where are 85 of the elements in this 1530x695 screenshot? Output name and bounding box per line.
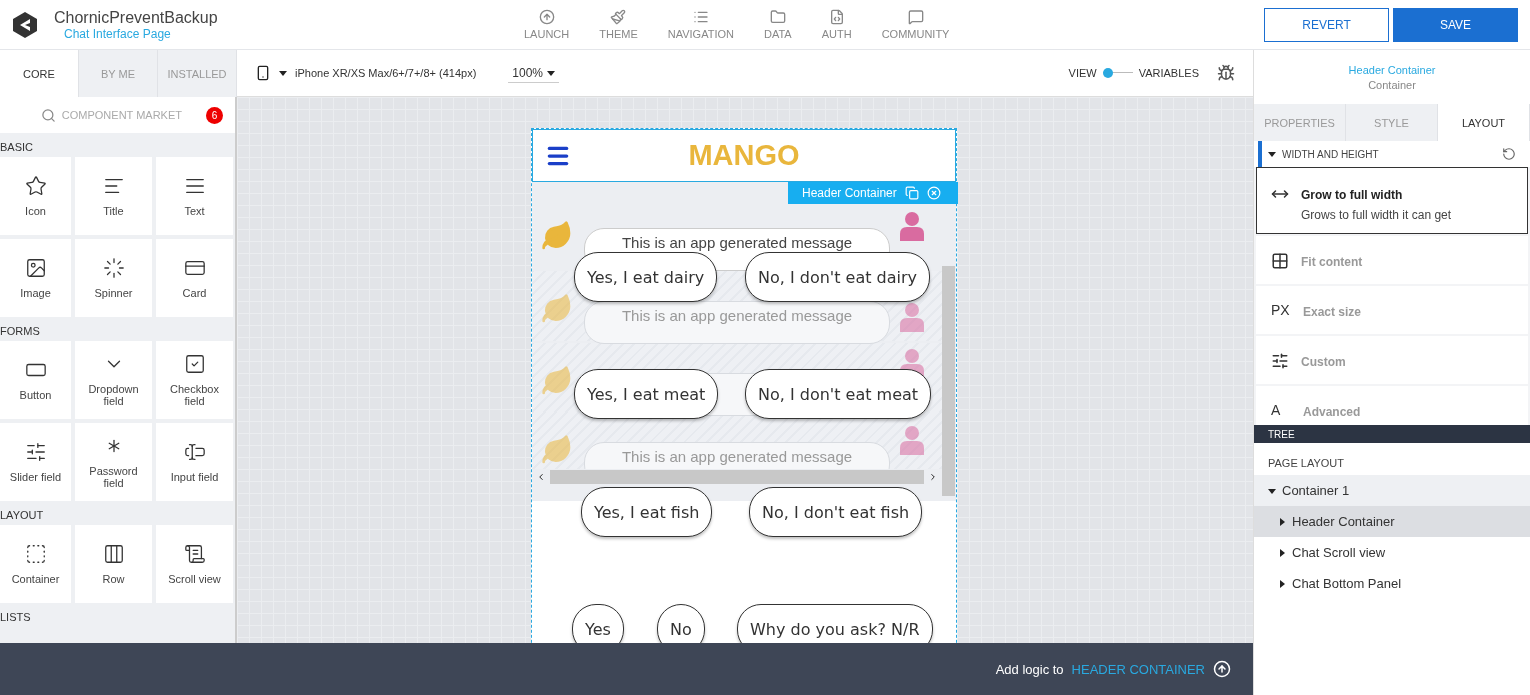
group-title: FORMS <box>0 324 41 339</box>
tree-item[interactable]: Header Container <box>1254 506 1530 537</box>
choice-button[interactable]: No <box>657 604 705 643</box>
variables-label: VARIABLES <box>1138 67 1199 79</box>
nav-item[interactable]: DATA <box>763 9 792 40</box>
choice-button[interactable]: No, I don't eat dairy <box>745 252 931 302</box>
component-tile[interactable]: Title <box>75 157 152 235</box>
icon-text: A <box>1271 402 1282 418</box>
choice-button[interactable]: Yes <box>572 604 624 643</box>
logic-target-link[interactable]: HEADER CONTAINER <box>1071 661 1205 677</box>
tile-label: Password field <box>88 465 139 489</box>
tile-label: Dropdown field <box>87 383 140 407</box>
choice-button[interactable]: Yes, I eat fish <box>581 487 713 537</box>
option-label: Custom <box>1301 355 1346 369</box>
count-badge: 6 <box>206 106 223 124</box>
component-tab[interactable]: CORE <box>0 50 79 97</box>
message-text: This is an app generated message <box>621 234 853 251</box>
component-tile[interactable]: Card <box>156 239 233 317</box>
message-text: This is an app generated message <box>621 448 853 465</box>
tree-heading: PAGE LAYOUT <box>1267 456 1345 471</box>
tile-label: Spinner <box>93 287 134 299</box>
tile-label: Image <box>19 287 52 299</box>
choice-button[interactable]: No, I don't eat fish <box>749 487 923 537</box>
revert-button[interactable]: REVERT <box>1264 7 1389 42</box>
nav-item[interactable]: NAVIGATION <box>667 9 734 40</box>
option-label: Advanced <box>1303 405 1361 419</box>
tile-label: Title <box>102 205 125 217</box>
device-selector[interactable]: iPhone XR/XS Max/6+/7+/8+ (414px) <box>295 67 477 79</box>
tile-label: Text <box>183 205 206 217</box>
component-tile[interactable]: Dropdown field <box>75 341 152 419</box>
component-tile[interactable]: Button <box>0 341 71 419</box>
component-tile[interactable]: Container <box>0 525 71 603</box>
tile-label: Input field <box>169 471 220 483</box>
selected-component-name: Header Container <box>1348 63 1436 76</box>
component-tile[interactable]: Slider field <box>0 423 71 501</box>
nav-item[interactable]: AUTH <box>821 9 852 40</box>
layout-option[interactable]: Grow to full width Grows to full width it can get <box>1256 167 1528 234</box>
project-title: ChornicPreventBackup <box>54 8 218 27</box>
nav-item[interactable]: THEME <box>599 9 638 40</box>
tree-header: TREE <box>1254 425 1530 443</box>
choice-button[interactable]: Why do you ask? N/R <box>737 604 933 643</box>
option-label: Exact size <box>1303 305 1362 319</box>
group-title: BASIC <box>0 140 34 155</box>
section-title: WIDTH AND HEIGHT <box>1282 148 1379 160</box>
tree-item[interactable]: Container 1 <box>1254 475 1530 506</box>
component-tile[interactable]: Row <box>75 525 152 603</box>
group-title: LISTS <box>0 610 32 625</box>
choice-button[interactable]: No, I don't eat meat <box>745 369 932 419</box>
component-tile[interactable]: Checkbox field <box>156 341 233 419</box>
selected-component-type: Container <box>1368 78 1416 91</box>
tile-label: Icon <box>24 205 47 217</box>
tile-label: Scroll view <box>167 573 222 585</box>
component-tile[interactable]: Input field <box>156 423 233 501</box>
layout-option[interactable]: PX Exact size <box>1256 286 1528 334</box>
group-title: LAYOUT <box>0 508 45 523</box>
choice-button[interactable]: Yes, I eat dairy <box>574 252 718 302</box>
selection-label: Header Container <box>802 186 897 200</box>
message-text: This is an app generated message <box>621 307 853 324</box>
component-tile[interactable]: Scroll view <box>156 525 233 603</box>
choice-button[interactable]: Yes, I eat meat <box>574 369 719 419</box>
component-tile[interactable]: Password field <box>75 423 152 501</box>
tile-label: Button <box>18 389 53 401</box>
layout-option[interactable]: A Advanced <box>1256 386 1528 425</box>
zoom-dropdown[interactable]: 100% <box>508 63 559 83</box>
view-label: VIEW <box>1068 67 1097 79</box>
tile-label: Row <box>101 573 126 585</box>
component-tile[interactable]: Icon <box>0 157 71 235</box>
option-label: Fit content <box>1301 255 1363 269</box>
logic-label: Add logic to <box>995 661 1064 677</box>
icon-text: PX <box>1271 302 1291 318</box>
tile-label: Checkbox field <box>169 383 220 407</box>
nav-item[interactable]: COMMUNITY <box>881 9 950 40</box>
component-tile[interactable]: Text <box>156 157 233 235</box>
option-description: Grows to full width it can get <box>1301 208 1452 222</box>
tile-label: Card <box>181 287 208 299</box>
component-tile[interactable]: Spinner <box>75 239 152 317</box>
save-button[interactable]: SAVE <box>1393 7 1518 42</box>
component-market-search[interactable]: COMPONENT MARKET 6 <box>0 97 235 133</box>
option-label: Grow to full width <box>1301 188 1403 202</box>
component-tile[interactable]: Image <box>0 239 71 317</box>
tile-label: Container <box>10 573 61 585</box>
inspector-tab[interactable]: LAYOUT <box>1438 104 1530 141</box>
nav-item[interactable]: LAUNCH <box>524 9 570 40</box>
tile-label: Slider field <box>8 471 63 483</box>
app-title: MANGO <box>688 139 800 172</box>
